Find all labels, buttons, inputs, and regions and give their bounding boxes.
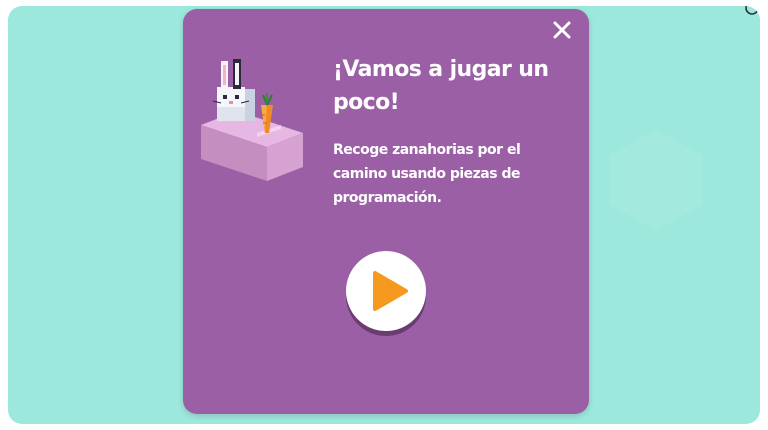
play-icon: [373, 271, 408, 311]
play-button[interactable]: [346, 251, 426, 331]
screen: ¡Vamos a jugar un poco! Recoge zanahoria…: [0, 0, 768, 430]
close-icon[interactable]: [549, 17, 575, 43]
intro-dialog: ¡Vamos a jugar un poco! Recoge zanahoria…: [183, 9, 589, 414]
corner-icon[interactable]: [744, 6, 760, 16]
hexagon-decoration: [610, 130, 702, 230]
dialog-title: ¡Vamos a jugar un poco!: [333, 57, 549, 115]
bunny-carrot-illustration: [201, 59, 303, 181]
dialog-description: Recoge zanahorias por el camino usando p…: [333, 142, 521, 206]
